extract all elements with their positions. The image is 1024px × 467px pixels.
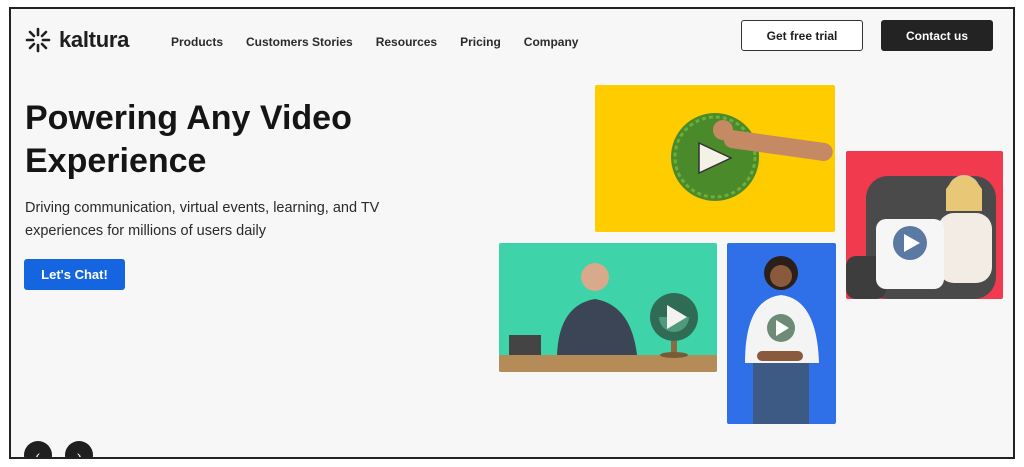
drawing-illustration: [595, 85, 835, 232]
media-tile-woman-armchair: [846, 151, 1003, 299]
get-free-trial-button[interactable]: Get free trial: [741, 20, 863, 51]
chevron-right-icon: ›: [76, 447, 82, 459]
hero-subtitle-line1: Driving communication, virtual events, l…: [25, 200, 380, 216]
contact-us-button[interactable]: Contact us: [881, 20, 993, 51]
woman-armchair-illustration: [846, 151, 1003, 299]
nav-item-resources[interactable]: Resources: [376, 35, 437, 49]
hero-title: Powering Any Video Experience: [25, 97, 445, 183]
kaltura-logo[interactable]: kaltura: [25, 27, 129, 53]
presenter-illustration: [499, 243, 717, 372]
signing-woman-illustration: [727, 243, 836, 424]
chevron-left-icon: ‹: [35, 447, 41, 459]
nav-item-products[interactable]: Products: [171, 35, 223, 49]
carousel-prev-button[interactable]: ‹: [24, 441, 52, 459]
hero-subtitle: Driving communication, virtual events, l…: [25, 197, 405, 243]
page-frame: kaltura Products Customers Stories Resou…: [9, 7, 1015, 459]
nav-item-company[interactable]: Company: [524, 35, 579, 49]
media-tile-drawing: [595, 85, 835, 232]
media-tile-presenter-globe: [499, 243, 717, 372]
hero-subtitle-line2: experiences for millions of users daily: [25, 223, 266, 239]
hero-title-line1: Powering Any Video: [25, 99, 352, 137]
nav-item-pricing[interactable]: Pricing: [460, 35, 501, 49]
kaltura-star-icon: [25, 27, 51, 53]
media-tile-woman-signing: [727, 243, 836, 424]
carousel-next-button[interactable]: ›: [65, 441, 93, 459]
nav-item-customers-stories[interactable]: Customers Stories: [246, 35, 353, 49]
logo-wordmark: kaltura: [59, 27, 130, 52]
lets-chat-button[interactable]: Let's Chat!: [24, 259, 125, 290]
hero-title-line2: Experience: [25, 142, 207, 180]
main-nav: Products Customers Stories Resources Pri…: [171, 35, 578, 49]
